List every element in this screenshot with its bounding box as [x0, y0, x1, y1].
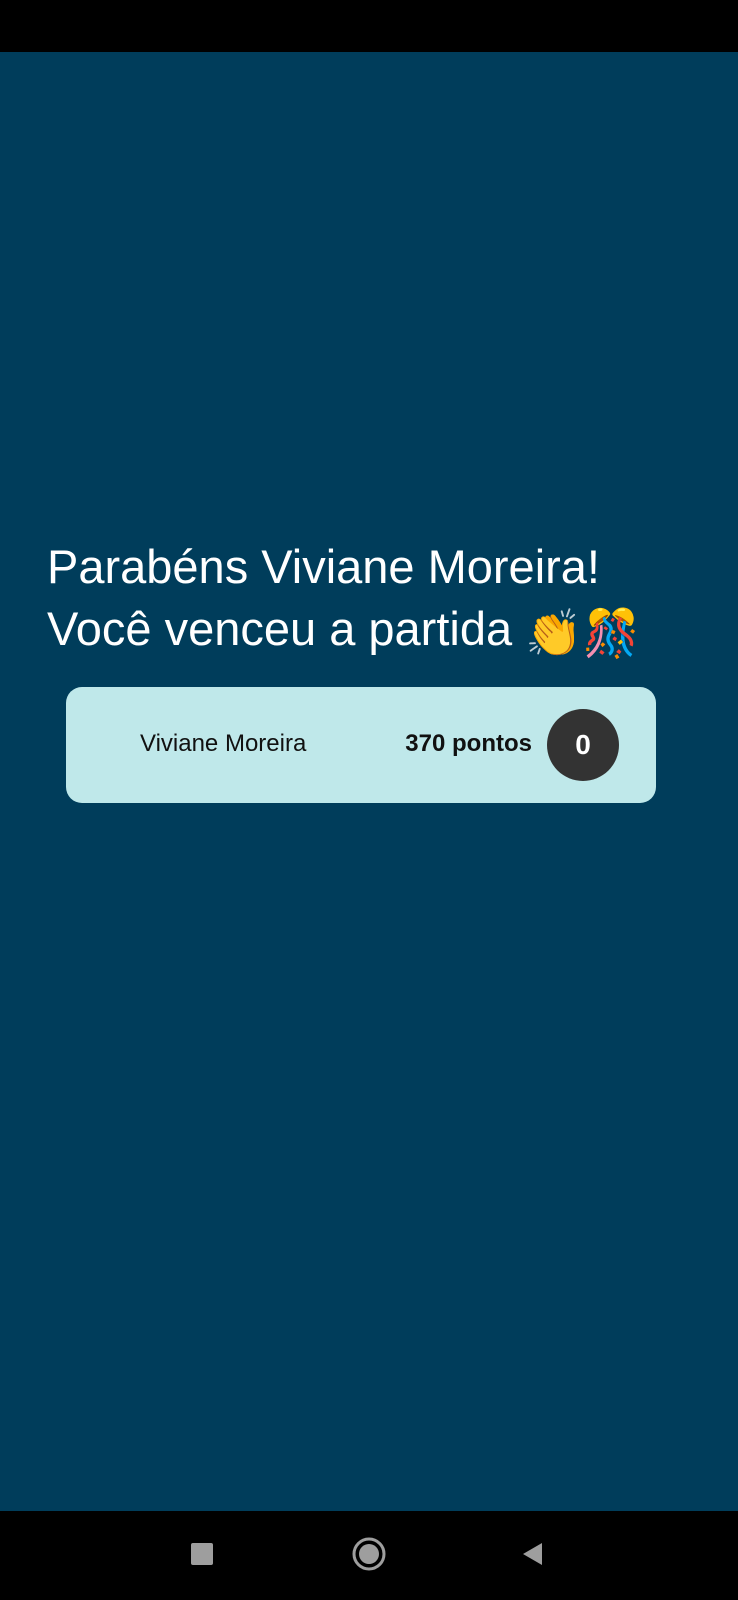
square-icon	[191, 1543, 213, 1565]
player-badge: 0	[547, 709, 619, 781]
back-button[interactable]	[508, 1529, 558, 1579]
status-bar	[0, 0, 738, 52]
player-score-card: Viviane Moreira 370 pontos 0	[66, 687, 656, 803]
circle-icon	[352, 1537, 386, 1571]
recents-button[interactable]	[177, 1529, 227, 1579]
player-name: Viviane Moreira	[140, 730, 307, 757]
system-navigation-bar	[0, 1511, 738, 1600]
victory-text: Você venceu a partida	[47, 602, 513, 655]
congrats-title: Parabéns Viviane Moreira!	[47, 540, 600, 593]
congratulations-message: Parabéns Viviane Moreira! Você venceu a …	[47, 536, 727, 664]
home-button[interactable]	[344, 1529, 394, 1579]
victory-line: Você venceu a partida 👏🎊	[47, 598, 727, 664]
celebration-emoji: 👏🎊	[525, 607, 640, 659]
triangle-back-icon	[523, 1543, 542, 1565]
player-points: 370 pontos	[405, 730, 532, 757]
